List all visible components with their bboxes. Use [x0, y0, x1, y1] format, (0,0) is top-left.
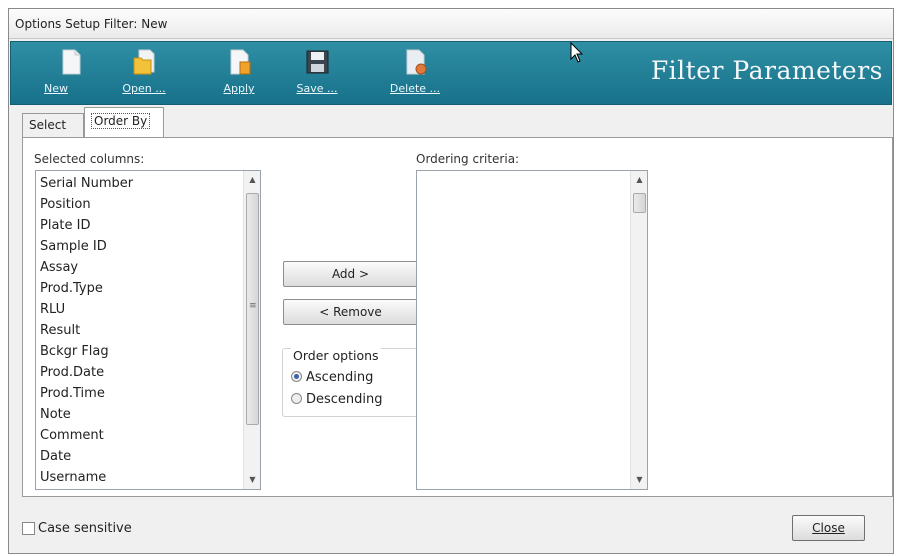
ascending-radio[interactable]: Ascending: [291, 368, 373, 388]
selected-columns-label: Selected columns:: [34, 152, 145, 166]
list-item[interactable]: Position: [40, 194, 91, 215]
ordering-criteria-list[interactable]: ▲ ▼: [416, 170, 648, 490]
remove-button-label: < Remove: [319, 305, 382, 319]
list-item[interactable]: Bckgr Flag: [40, 341, 109, 362]
mouse-pointer-icon: [570, 42, 584, 63]
scroll-down-arrow-icon[interactable]: ▼: [631, 473, 648, 487]
descending-radio[interactable]: Descending: [291, 390, 383, 410]
ordering-criteria-label: Ordering criteria:: [416, 152, 520, 166]
list-item[interactable]: RLU: [40, 299, 65, 320]
close-button-label: Close: [812, 521, 845, 535]
delete-button-label: Delete ...: [389, 82, 441, 95]
scroll-thumb[interactable]: ≡: [246, 193, 259, 425]
list-item[interactable]: Result: [40, 320, 80, 341]
open-folder-icon: [133, 49, 155, 75]
delete-button[interactable]: Delete ...: [380, 46, 450, 102]
descending-label: Descending: [306, 392, 383, 407]
list-item[interactable]: Sample ID: [40, 236, 107, 257]
title-bar[interactable]: Options Setup Filter: New: [9, 9, 893, 39]
list-item[interactable]: Date: [40, 446, 71, 467]
list-item[interactable]: Serial Number: [40, 173, 133, 194]
case-sensitive-checkbox[interactable]: [22, 522, 35, 535]
open-button[interactable]: Open ...: [109, 46, 179, 102]
selected-columns-scrollbar[interactable]: ▲ ≡ ▼: [243, 171, 260, 489]
order-options-title: Order options: [291, 348, 381, 363]
save-button-label: Save ...: [296, 82, 338, 95]
add-button-label: Add >: [331, 267, 370, 281]
remove-button[interactable]: < Remove: [283, 299, 418, 325]
options-setup-filter-window: Options Setup Filter: New New Open ... A…: [8, 8, 894, 554]
scroll-up-arrow-icon[interactable]: ▲: [244, 173, 261, 187]
apply-button-label: Apply: [223, 82, 255, 95]
order-options-group: Order options Ascending Descending: [282, 348, 418, 417]
tab-order-by-label: Order By: [91, 113, 151, 129]
new-button[interactable]: New: [36, 46, 106, 102]
scroll-grip-icon: ≡: [249, 301, 257, 311]
new-document-icon: [62, 49, 81, 75]
radio-selected-icon: [291, 371, 302, 382]
scroll-up-arrow-icon[interactable]: ▲: [631, 173, 648, 187]
list-item[interactable]: Prod.Date: [40, 362, 104, 383]
order-by-panel: Selected columns: Serial Number Position…: [22, 137, 893, 497]
tab-select-label: Select: [29, 118, 67, 132]
scroll-thumb[interactable]: [633, 193, 646, 213]
add-button[interactable]: Add >: [283, 261, 418, 287]
ascending-label: Ascending: [306, 370, 374, 385]
apply-button[interactable]: Apply: [204, 46, 274, 102]
scroll-down-arrow-icon[interactable]: ▼: [244, 473, 261, 487]
list-item[interactable]: Prod.Time: [40, 383, 105, 404]
radio-unselected-icon: [291, 393, 302, 404]
floppy-disk-icon: [306, 50, 329, 74]
list-item[interactable]: Plate ID: [40, 215, 91, 236]
close-button[interactable]: Close: [792, 515, 865, 541]
list-item[interactable]: Assay: [40, 257, 78, 278]
delete-document-icon: [406, 49, 427, 75]
selected-columns-list[interactable]: Serial Number Position Plate ID Sample I…: [35, 170, 261, 490]
toolbar-title: Filter Parameters: [650, 56, 883, 85]
save-button[interactable]: Save ...: [282, 46, 352, 102]
open-button-label: Open ...: [122, 82, 166, 95]
case-sensitive-label: Case sensitive: [38, 521, 132, 536]
toolbar: New Open ... Apply Save ... Delete ... F…: [10, 41, 892, 105]
list-item[interactable]: Comment: [40, 425, 104, 446]
tab-select[interactable]: Select: [22, 113, 84, 137]
tab-order-by[interactable]: Order By: [84, 107, 164, 138]
list-item[interactable]: Note: [40, 404, 71, 425]
list-item[interactable]: Username: [40, 467, 106, 488]
ordering-criteria-scrollbar[interactable]: ▲ ▼: [630, 171, 647, 489]
new-button-label: New: [44, 82, 68, 95]
apply-document-icon: [230, 49, 251, 75]
window-title: Options Setup Filter: New: [15, 17, 168, 31]
list-item[interactable]: Prod.Type: [40, 278, 103, 299]
